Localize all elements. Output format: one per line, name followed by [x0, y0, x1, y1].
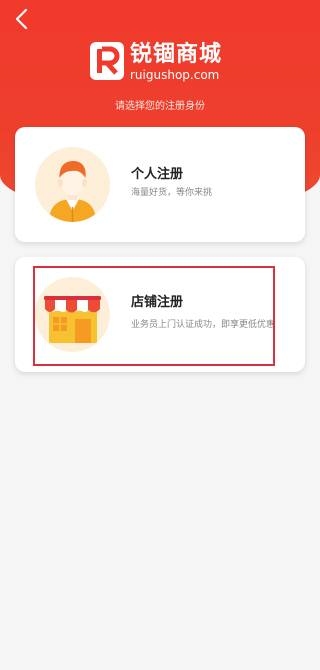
personal-register-desc: 海量好货，等你来挑: [131, 188, 213, 198]
page-subtitle: 请选择您的注册身份: [115, 101, 205, 112]
person-avatar-icon: [35, 147, 110, 222]
store-register-desc: 业务员上门认证成功，即享更低优惠: [131, 320, 276, 330]
back-button[interactable]: [6, 4, 36, 34]
personal-register-title: 个人注册: [131, 167, 184, 182]
store-register-title: 店铺注册: [131, 295, 184, 310]
logo-chinese-name: 锐锢商城: [130, 42, 223, 67]
chevron-left-icon: [15, 8, 28, 30]
personal-register-card[interactable]: 个人注册 海量好货，等你来挑: [15, 127, 305, 242]
storefront-icon: [35, 277, 110, 352]
logo-mark-icon: [90, 42, 124, 80]
store-register-card[interactable]: 店铺注册 业务员上门认证成功，即享更低优惠: [15, 257, 305, 372]
logo-domain: ruigushop.com: [130, 68, 220, 82]
app-logo: 锐锢商城 ruigushop.com: [90, 42, 240, 86]
